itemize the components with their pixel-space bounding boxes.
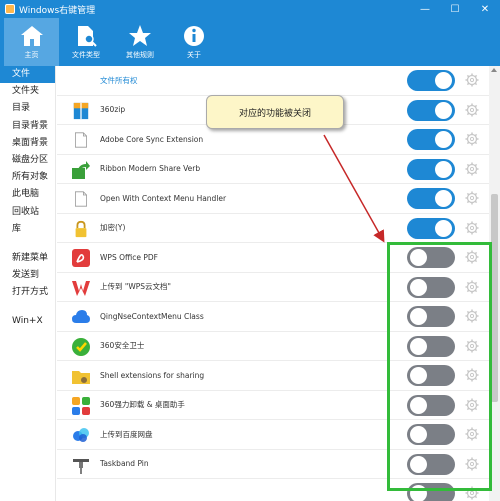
menu-item-name: 文件所有权 (100, 75, 138, 85)
menu-item-name: 360安全卫士 (100, 341, 145, 351)
home-icon (20, 26, 43, 46)
title-bar: Windows右键管理 — ☐ ✕ (0, 0, 500, 18)
sidebar-item-library[interactable]: 库 (0, 221, 55, 238)
lock-icon (71, 219, 91, 239)
360-uninstall-icon (71, 396, 91, 416)
main-toolbar: 主页 文件类型 其他规则 关于 (0, 18, 500, 66)
tab-home-label: 主页 (24, 51, 39, 59)
gear-icon[interactable] (465, 73, 479, 87)
tab-other-rules[interactable]: 其他规则 (113, 18, 167, 66)
sidebar: 文件 文件夹 目录 目录背景 桌面背景 磁盘分区 所有对象 此电脑 回收站 库 … (0, 66, 56, 501)
scrollbar-thumb[interactable] (491, 194, 498, 402)
toggle-knob (435, 160, 452, 178)
gear-icon[interactable] (465, 191, 479, 205)
menu-item-name: 上传到百度网盘 (100, 429, 153, 439)
gear-icon[interactable] (465, 103, 479, 117)
wps-pdf-icon (71, 248, 91, 268)
menu-item-name: 360zip (100, 105, 126, 115)
toggle-knob (435, 190, 452, 207)
sidebar-item-this-pc[interactable]: 此电脑 (0, 186, 55, 203)
sidebar-item-win-x[interactable]: Win+X (0, 313, 55, 330)
close-button[interactable]: ✕ (470, 0, 500, 18)
maximize-button[interactable]: ☐ (440, 0, 470, 18)
sidebar-item-file[interactable]: 文件 (0, 66, 55, 84)
gear-icon[interactable] (465, 162, 479, 176)
menu-item-name: WPS Office PDF (100, 252, 158, 262)
sidebar-item-directory-background[interactable]: 目录背景 (0, 118, 55, 135)
tab-other-rules-label: 其他规则 (126, 51, 154, 59)
menu-item-toggle[interactable] (407, 129, 455, 150)
menu-item-name: 上传到 "WPS云文档" (100, 282, 171, 292)
menu-item-name: QingNseContextMenu Class (100, 311, 204, 321)
menu-item-row-0[interactable]: 文件所有权 (57, 66, 489, 96)
tab-file-types[interactable]: 文件类型 (59, 18, 113, 66)
menu-item-name: Ribbon Modern Share Verb (100, 164, 201, 174)
menu-item-name: Taskband Pin (100, 459, 149, 469)
none (71, 484, 91, 501)
window-controls: — ☐ ✕ (410, 0, 500, 18)
menu-item-row-4[interactable]: Open With Context Menu Handler (57, 184, 489, 214)
gear-icon[interactable] (465, 221, 479, 235)
gear-icon[interactable] (465, 132, 479, 146)
sidebar-item-all-objects[interactable]: 所有对象 (0, 169, 55, 186)
menu-item-name: Open With Context Menu Handler (100, 193, 227, 203)
sidebar-item-folder[interactable]: 文件夹 (0, 83, 55, 100)
pin-icon (71, 455, 91, 475)
minimize-button[interactable]: — (410, 0, 440, 18)
menu-item-toggle[interactable] (407, 99, 455, 121)
wps-cloud-icon (71, 278, 91, 298)
menu-item-name: Adobe Core Sync Extension (100, 134, 204, 144)
menu-item-toggle[interactable] (407, 158, 455, 180)
menu-item-name: 360强力卸载 & 桌面助手 (100, 400, 185, 410)
toggle-knob (435, 131, 452, 148)
star-icon (129, 25, 151, 46)
menu-item-name: 加密(Y) (100, 223, 126, 233)
menu-item-row-5[interactable]: 加密(Y) (57, 214, 489, 243)
cloud-icon (71, 307, 91, 327)
menu-item-toggle[interactable] (407, 188, 455, 209)
annotation-callout: 对应的功能被关闭 (206, 95, 344, 129)
highlight-box (387, 242, 492, 491)
share-arrow-icon (71, 160, 91, 180)
menu-item-name: Shell extensions for sharing (100, 370, 205, 380)
tab-about-label: 关于 (187, 51, 201, 59)
baidu-netdisk-icon (71, 425, 91, 445)
sidebar-item-new-menu[interactable]: 新建菜单 (0, 250, 55, 267)
toggle-knob (435, 101, 452, 119)
none (71, 71, 91, 91)
sidebar-item-open-with[interactable]: 打开方式 (0, 284, 55, 301)
toggle-knob (435, 219, 452, 237)
scroll-up-icon[interactable] (491, 68, 497, 72)
sidebar-item-send-to[interactable]: 发送到 (0, 267, 55, 284)
window-title: Windows右键管理 (19, 5, 96, 16)
menu-item-toggle[interactable] (407, 70, 455, 91)
document-icon (71, 130, 91, 150)
tab-home[interactable]: 主页 (4, 18, 59, 66)
share-folder-icon (71, 366, 91, 386)
360zip-icon (71, 101, 91, 121)
menu-item-row-3[interactable]: Ribbon Modern Share Verb (57, 155, 489, 184)
360-safe-icon (71, 337, 91, 357)
tab-file-types-label: 文件类型 (72, 51, 100, 59)
document-icon (71, 189, 91, 209)
menu-item-toggle[interactable] (407, 217, 455, 239)
toggle-knob (435, 72, 452, 89)
file-search-icon (78, 26, 97, 47)
tab-about[interactable]: 关于 (167, 18, 221, 66)
info-icon (184, 26, 204, 46)
sidebar-item-drive[interactable]: 磁盘分区 (0, 152, 55, 169)
sidebar-item-directory[interactable]: 目录 (0, 100, 55, 117)
app-icon (5, 4, 15, 14)
sidebar-item-recycle-bin[interactable]: 回收站 (0, 204, 55, 221)
menu-item-row-2[interactable]: Adobe Core Sync Extension (57, 125, 489, 155)
sidebar-item-desktop-background[interactable]: 桌面背景 (0, 135, 55, 152)
